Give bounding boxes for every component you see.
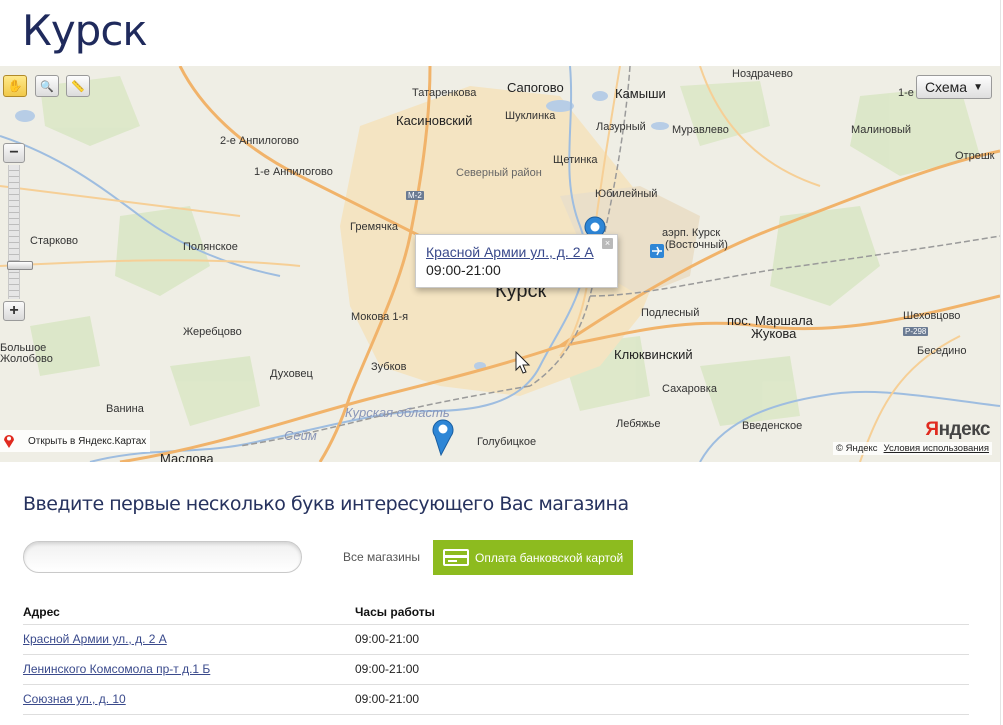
map-label: Лазурный xyxy=(596,121,646,133)
road-badge-r298: P-298 xyxy=(903,327,929,336)
copyright-text: © Яндекс xyxy=(835,443,878,454)
road-badge-m2: M-2 xyxy=(406,191,424,200)
map-label: Шеховцово xyxy=(903,310,961,322)
table-row: Красной Армии ул., д. 2 А 09:00-21:00 xyxy=(23,624,969,655)
map-label: Шуклинка xyxy=(505,110,556,122)
map-label: Касиновский xyxy=(396,113,473,128)
table-row: Союзная ул., д. 10 09:00-21:00 xyxy=(23,684,969,715)
map-label: Щетинка xyxy=(553,154,598,166)
map-label: аэрп. Курск xyxy=(662,227,721,239)
map-label: 1-е xyxy=(898,87,914,99)
column-header-address: Адрес xyxy=(23,600,355,625)
map-label: Мокова 1-я xyxy=(351,311,409,323)
map-layer-dropdown[interactable]: Схема ▼ xyxy=(915,75,992,99)
dropdown-arrow-icon: ▼ xyxy=(973,81,983,93)
map-label: Юбилейный xyxy=(595,188,658,200)
map-label: Сапогово xyxy=(507,80,564,95)
stores-table: Адрес Часы работы Красной Армии ул., д. … xyxy=(23,600,969,715)
yandex-logo: Яндекс xyxy=(925,419,990,440)
map-label-river: Сейм xyxy=(284,428,317,443)
hand-tool-button[interactable]: ✋ xyxy=(3,75,27,97)
all-stores-link[interactable]: Все магазины xyxy=(343,550,420,564)
airport-icon xyxy=(650,244,664,258)
map-copyright: © Яндекс Условия использования xyxy=(832,442,992,455)
map-label: Зубков xyxy=(371,361,407,373)
close-icon[interactable]: × xyxy=(602,238,613,249)
map-label: Маслова xyxy=(160,451,214,462)
map-label: Клюквинский xyxy=(614,347,693,362)
map-label: Муравлево xyxy=(672,124,729,136)
zoom-area-tool-button[interactable]: 🔍 xyxy=(35,75,59,97)
map-label: Малиновый xyxy=(851,124,912,136)
map-label: Камыши xyxy=(615,86,666,101)
zoom-slider-track[interactable] xyxy=(7,165,33,299)
store-hours: 09:00-21:00 xyxy=(355,684,969,715)
map-label: Введенское xyxy=(742,420,803,432)
ruler-tool-icon: 📏 xyxy=(71,80,85,93)
map-label: Отрешк xyxy=(955,150,995,162)
card-payment-button[interactable]: Оплата банковской картой xyxy=(433,540,633,575)
open-in-yandex-maps-link[interactable]: Открыть в Яндекс.Картах xyxy=(0,430,151,452)
map-label: Полянское xyxy=(183,241,238,253)
page-title: Курск xyxy=(22,6,148,55)
ruler-tool-button[interactable]: 📏 xyxy=(66,75,90,97)
map-label: Лебяжье xyxy=(616,418,661,430)
store-address-link[interactable]: Красной Армии ул., д. 2 А xyxy=(23,632,167,646)
map-label: Татаренкова xyxy=(412,87,477,99)
map-label: Старково xyxy=(30,235,78,247)
bank-card-icon xyxy=(443,549,469,566)
open-in-yandex-label: Открыть в Яндекс.Картах xyxy=(28,435,147,447)
map-label: Беседино xyxy=(917,345,967,357)
popup-address-link[interactable]: Красной Армии ул., д. 2 А xyxy=(426,244,607,260)
store-search-input[interactable] xyxy=(23,541,302,573)
map-label: Духовец xyxy=(270,368,313,380)
yandex-pin-icon xyxy=(0,431,18,451)
map-label: Жеребцово xyxy=(183,326,242,338)
store-address-link[interactable]: Союзная ул., д. 10 xyxy=(23,692,126,706)
map-label: Сахаровка xyxy=(662,383,717,395)
map-label: Гремячка xyxy=(350,221,398,233)
hand-tool-icon: ✋ xyxy=(7,79,23,93)
map-label: Северный район xyxy=(456,167,542,179)
store-hours: 09:00-21:00 xyxy=(355,654,969,685)
zoom-area-tool-icon: 🔍 xyxy=(40,80,54,93)
store-popup: Красной Армии ул., д. 2 А 09:00-21:00 × xyxy=(415,234,618,288)
store-address-link[interactable]: Ленинского Комсомола пр-т д.1 Б xyxy=(23,662,210,676)
table-header-row: Адрес Часы работы xyxy=(23,600,969,625)
map-label: Жукова xyxy=(751,326,797,341)
column-header-hours: Часы работы xyxy=(355,600,969,625)
popup-hours: 09:00-21:00 xyxy=(426,262,501,278)
map-layer-label: Схема xyxy=(924,79,968,95)
search-prompt: Введите первые несколько букв интересующ… xyxy=(23,493,629,515)
map-label: Подлесный xyxy=(641,307,700,319)
table-row: Ленинского Комсомола пр-т д.1 Б 09:00-21… xyxy=(23,654,969,685)
store-marker-icon[interactable] xyxy=(431,416,455,456)
map-label: (Восточный) xyxy=(665,239,728,251)
map-label: Ванина xyxy=(106,403,144,415)
map-label: Голубицкое xyxy=(477,436,537,448)
page-right-border xyxy=(1000,0,1001,725)
card-payment-label: Оплата банковской картой xyxy=(475,550,624,565)
map-label: Жолобово xyxy=(0,353,53,365)
zoom-control[interactable]: − + xyxy=(3,143,33,323)
terms-of-use-link[interactable]: Условия использования xyxy=(884,443,989,454)
mouse-cursor-icon xyxy=(515,351,531,374)
map-label: Ноздрачево xyxy=(732,68,793,80)
store-map[interactable]: Татаренкова Сапогово Камыши Ноздрачево 1… xyxy=(0,66,1000,462)
store-hours: 09:00-21:00 xyxy=(355,624,969,655)
zoom-out-button[interactable]: − xyxy=(3,143,25,163)
map-label: 1-е Анпилогово xyxy=(254,166,333,178)
zoom-slider-thumb[interactable] xyxy=(7,261,33,270)
zoom-in-button[interactable]: + xyxy=(3,301,25,321)
map-label: 2-е Анпилогово xyxy=(220,135,299,147)
